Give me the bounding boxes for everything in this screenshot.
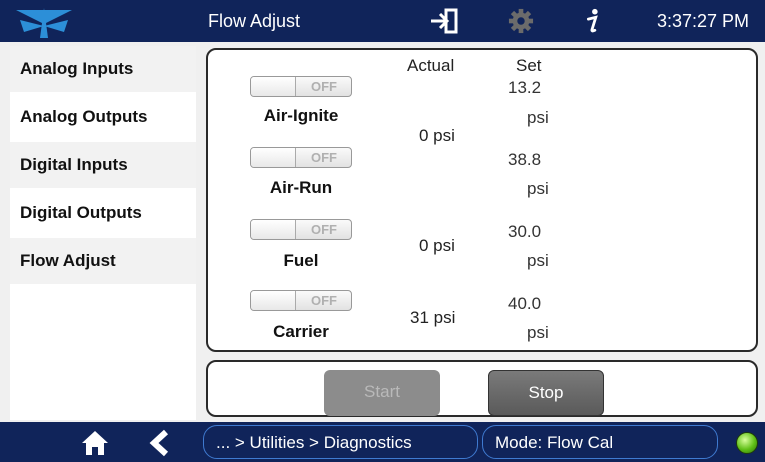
gas-label-air-run: Air-Run	[269, 178, 333, 197]
toggle-state: OFF	[311, 293, 337, 308]
status-led-icon	[736, 432, 758, 454]
set-unit-carrier: psi	[527, 323, 549, 342]
set-unit-air-run: psi	[527, 179, 549, 198]
flow-adjust-panel: Actual Set OFF Air-Ignite 0 psi 13.2 psi…	[206, 48, 758, 352]
gear-icon[interactable]	[507, 8, 535, 34]
fuel-toggle[interactable]: OFF	[250, 219, 352, 240]
info-icon[interactable]	[584, 8, 602, 34]
toggle-knob	[251, 220, 296, 239]
set-unit-fuel: psi	[527, 251, 549, 270]
toggle-state: OFF	[311, 222, 337, 237]
clock: 3:37:27 PM	[656, 11, 749, 31]
toggle-knob	[251, 291, 296, 310]
top-bar: Flow Adjust 3:37:27 PM	[0, 0, 765, 42]
set-unit-air-ignite: psi	[527, 108, 549, 127]
air-run-toggle[interactable]: OFF	[250, 147, 352, 168]
set-value-air-ignite[interactable]: 13.2	[508, 78, 541, 98]
sidebar-item-analog-outputs[interactable]: Analog Outputs	[10, 94, 196, 140]
action-bar: Start Stop	[206, 360, 758, 417]
sidebar: Analog Inputs Analog Outputs Digital Inp…	[10, 46, 196, 420]
exit-icon[interactable]	[429, 8, 459, 34]
actual-value-carrier: 31 psi	[410, 308, 456, 327]
toggle-state: OFF	[311, 150, 337, 165]
set-column-header: Set	[516, 56, 542, 75]
set-value-air-run[interactable]: 38.8	[508, 150, 541, 170]
air-ignite-toggle[interactable]: OFF	[250, 76, 352, 97]
page-title: Flow Adjust	[208, 11, 301, 31]
actual-value-air-ignite: 0 psi	[419, 126, 455, 145]
back-icon[interactable]	[148, 429, 172, 457]
sidebar-item-flow-adjust[interactable]: Flow Adjust	[10, 238, 196, 284]
mode-indicator: Mode: Flow Cal	[482, 425, 718, 459]
toggle-knob	[251, 77, 296, 96]
carrier-toggle[interactable]: OFF	[250, 290, 352, 311]
sidebar-item-analog-inputs[interactable]: Analog Inputs	[10, 46, 196, 92]
toggle-knob	[251, 148, 296, 167]
home-icon[interactable]	[80, 429, 110, 457]
set-value-fuel[interactable]: 30.0	[508, 222, 541, 242]
gas-label-carrier: Carrier	[273, 322, 329, 341]
actual-value-fuel: 0 psi	[419, 236, 455, 255]
sidebar-item-digital-inputs[interactable]: Digital Inputs	[10, 142, 196, 188]
teledyne-logo-icon	[16, 8, 72, 38]
toggle-state: OFF	[311, 79, 337, 94]
gas-label-air-ignite: Air-Ignite	[263, 106, 339, 125]
start-button[interactable]: Start	[324, 370, 440, 416]
actual-column-header: Actual	[407, 56, 455, 75]
stop-button[interactable]: Stop	[488, 370, 604, 416]
set-value-carrier[interactable]: 40.0	[508, 294, 541, 314]
breadcrumb[interactable]: ... > Utilities > Diagnostics	[203, 425, 478, 459]
sidebar-item-digital-outputs[interactable]: Digital Outputs	[10, 190, 196, 236]
gas-label-fuel: Fuel	[283, 251, 319, 270]
bottom-bar: ... > Utilities > Diagnostics Mode: Flow…	[0, 422, 765, 462]
